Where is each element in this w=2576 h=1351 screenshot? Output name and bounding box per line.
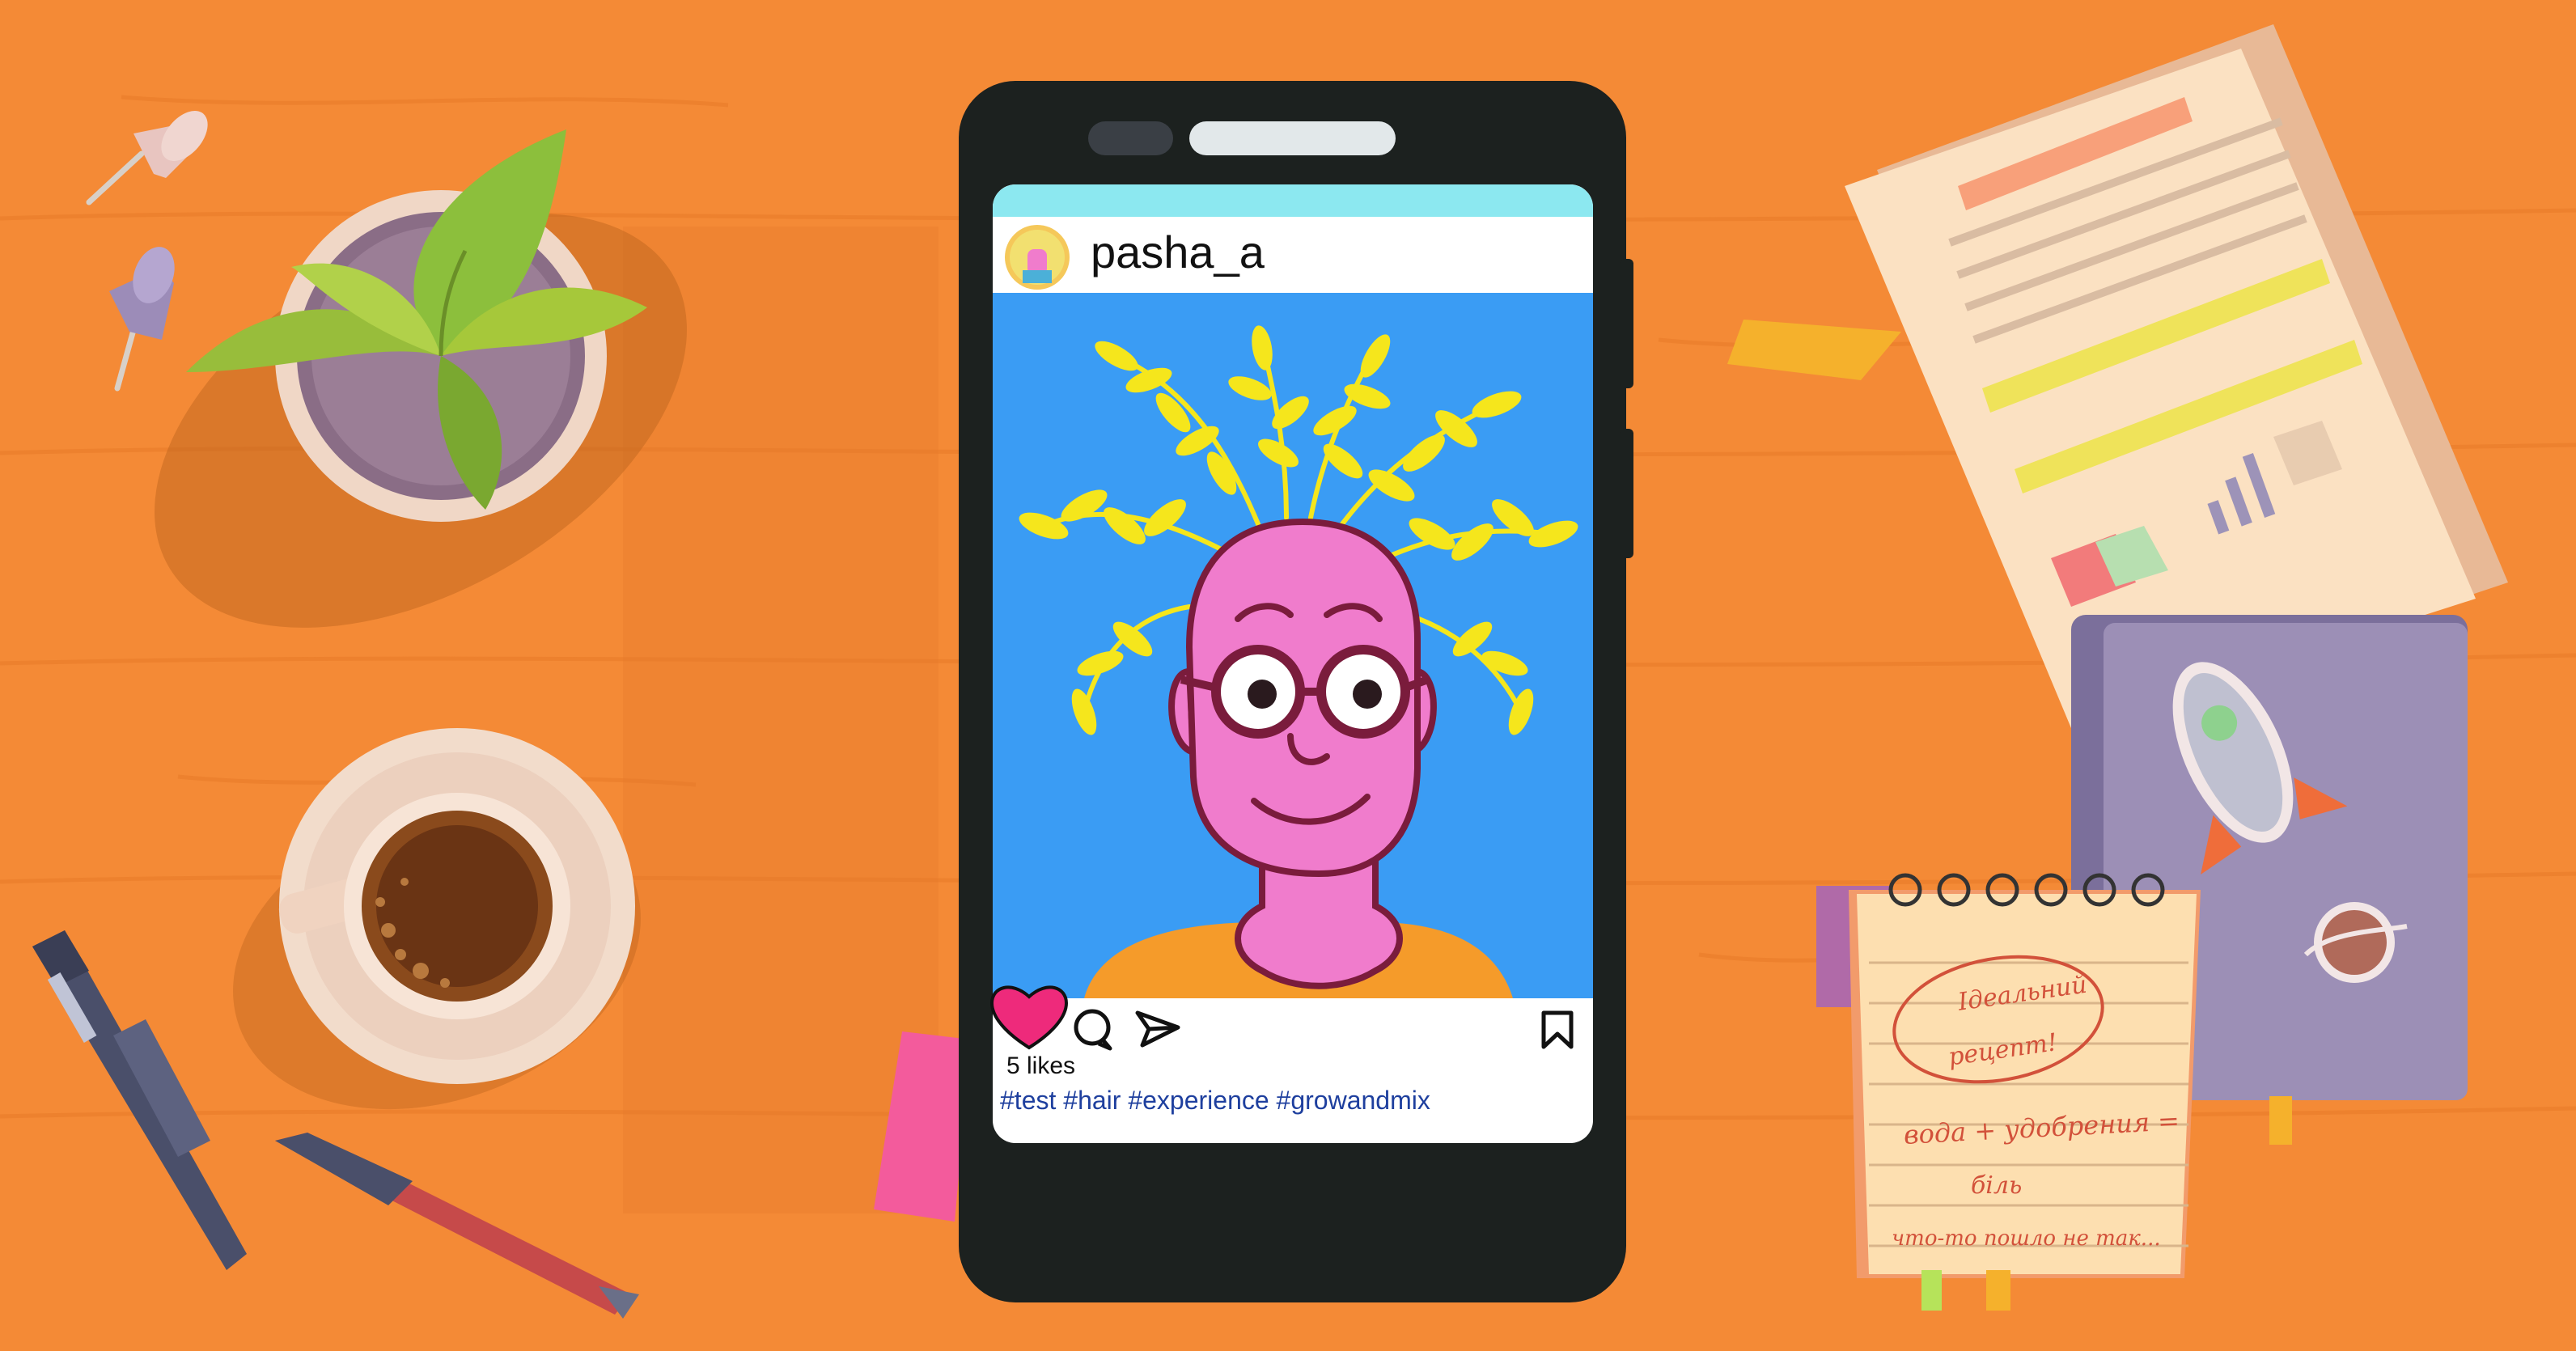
notepad-line: біль bbox=[1971, 1171, 2023, 1200]
avatar[interactable] bbox=[1005, 225, 1070, 290]
notepad-line: что-то пошло не так... bbox=[1892, 1226, 2161, 1251]
desk-scene bbox=[0, 0, 2576, 1351]
post-photo[interactable] bbox=[993, 293, 1593, 998]
post-hashtags[interactable]: #test #hair #experience #growandmix bbox=[1000, 1084, 1430, 1116]
post-username[interactable]: pasha_a bbox=[1091, 227, 1265, 278]
likes-count[interactable]: 5 likes bbox=[1006, 1052, 1075, 1081]
